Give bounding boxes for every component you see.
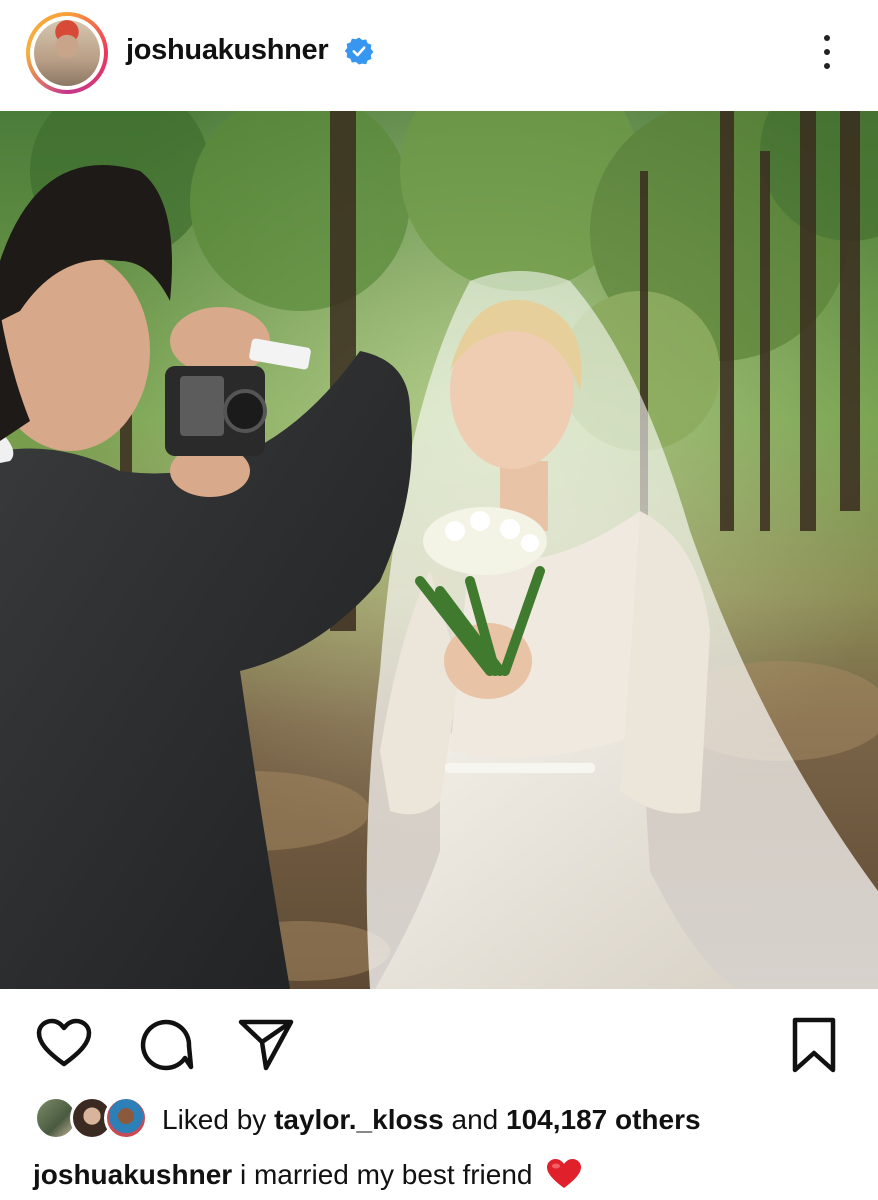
bookmark-icon[interactable] [790, 1016, 838, 1074]
more-options-icon[interactable] [810, 32, 844, 72]
wedding-photo-illustration [0, 111, 878, 989]
post-header: joshuakushner [0, 0, 878, 110]
verified-badge-icon [344, 37, 374, 65]
send-icon[interactable] [238, 1018, 294, 1072]
likes-summary[interactable]: Liked by taylor._kloss and 104,187 other… [0, 1096, 878, 1146]
likes-joiner: and [451, 1104, 499, 1135]
profile-avatar[interactable] [34, 20, 100, 86]
post-username[interactable]: joshuakushner [126, 34, 329, 67]
likes-prefix: Liked by [162, 1104, 267, 1135]
caption-text: i married my best friend [239, 1159, 533, 1190]
liker-avatar[interactable] [104, 1096, 148, 1140]
story-ring[interactable] [26, 12, 108, 94]
post-actions [0, 990, 878, 1090]
caption-username[interactable]: joshuakushner [33, 1159, 232, 1190]
liker-username[interactable]: taylor._kloss [274, 1104, 444, 1135]
post-caption: joshuakushner i married my best friend [33, 1158, 582, 1191]
post-image[interactable] [0, 111, 878, 989]
likes-text: Liked by taylor._kloss and 104,187 other… [162, 1104, 701, 1136]
heart-icon[interactable] [36, 1018, 92, 1068]
comment-icon[interactable] [138, 1018, 194, 1072]
likes-count[interactable]: 104,187 others [506, 1104, 701, 1135]
red-heart-icon [547, 1159, 582, 1188]
